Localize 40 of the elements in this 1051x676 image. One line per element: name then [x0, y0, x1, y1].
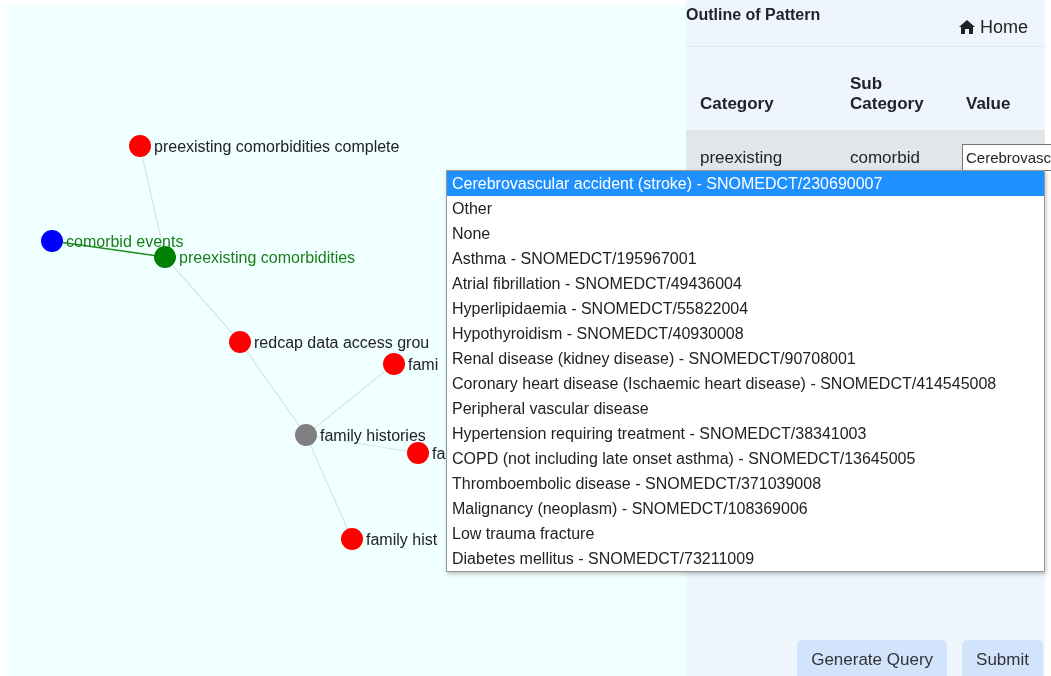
dropdown-option[interactable]: Diabetes mellitus - SNOMEDCT/73211009	[447, 546, 1044, 571]
node-label: family hist	[366, 531, 438, 548]
column-header: Value	[966, 94, 1011, 113]
node-label: fami	[408, 356, 439, 373]
node-label: preexisting comorbidities	[179, 249, 356, 266]
dropdown-option[interactable]: Atrial fibrillation - SNOMEDCT/49436004	[447, 271, 1044, 296]
graph-node[interactable]	[129, 135, 151, 157]
dropdown-option[interactable]: Low trauma fracture	[447, 521, 1044, 546]
graph-node[interactable]	[383, 353, 405, 375]
node-label: family histories	[320, 427, 426, 444]
action-button[interactable]: Generate Query	[797, 640, 948, 676]
dropdown-option[interactable]: Thromboembolic disease - SNOMEDCT/371039008	[447, 471, 1044, 496]
column-header: Category	[700, 94, 774, 113]
graph-node[interactable]	[154, 246, 176, 268]
graph-node[interactable]	[341, 528, 363, 550]
node-label: comorbid events	[66, 233, 184, 250]
home-link[interactable]: Home	[959, 16, 1028, 38]
column-header: Sub Category	[850, 74, 924, 113]
node-label: fa	[432, 445, 446, 462]
dropdown-option[interactable]: Hypertension requiring treatment - SNOMEDCT/38341003	[447, 421, 1044, 446]
value-select[interactable]: Cerebrovasc	[962, 144, 1051, 171]
dropdown-option[interactable]: Peripheral vascular disease	[447, 396, 1044, 421]
dropdown-option[interactable]: Malignancy (neoplasm) - SNOMEDCT/108369006	[447, 496, 1044, 521]
dropdown-option[interactable]: Other	[447, 196, 1044, 221]
dropdown-option[interactable]: Renal disease (kidney disease) - SNOMEDCT/90708001	[447, 346, 1044, 371]
dropdown-option[interactable]: Asthma - SNOMEDCT/195967001	[447, 246, 1044, 271]
dropdown-option[interactable]: None	[447, 221, 1044, 246]
node-label: redcap data access grou	[254, 334, 430, 351]
dropdown-option[interactable]: Hypothyroidism - SNOMEDCT/40930008	[447, 321, 1044, 346]
action-button[interactable]: Submit	[962, 640, 1043, 676]
home-icon	[959, 20, 975, 34]
dropdown-option[interactable]: Hyperlipidaemia - SNOMEDCT/55822004	[447, 296, 1044, 321]
graph-node[interactable]	[41, 230, 63, 252]
graph-node[interactable]	[407, 442, 429, 464]
dropdown-option[interactable]: Coronary heart disease (Ischaemic heart disease) - SNOMEDCT/414545008	[447, 371, 1044, 396]
dropdown-option[interactable]: COPD (not including late onset asthma) - SNOMEDCT/13645005	[447, 446, 1044, 471]
graph-node[interactable]	[229, 331, 251, 353]
graph-node[interactable]	[295, 424, 317, 446]
panel-title: Outline of Pattern	[686, 6, 821, 25]
node-label: preexisting comorbidities complete	[154, 138, 400, 155]
